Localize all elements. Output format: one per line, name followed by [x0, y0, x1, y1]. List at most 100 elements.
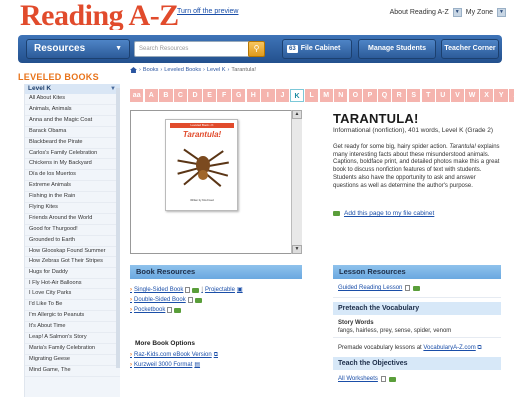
- kurzweil-link[interactable]: Kurzweil 3000 Format: [134, 360, 192, 370]
- external-link-icon: ⧉: [477, 345, 482, 351]
- folder-icon[interactable]: [413, 285, 421, 291]
- page-icon[interactable]: [167, 307, 173, 313]
- level-letter-d[interactable]: D: [188, 89, 202, 102]
- teacher-corner-button[interactable]: Teacher Corner: [441, 39, 499, 59]
- level-letter-k[interactable]: K: [290, 89, 304, 102]
- list-item[interactable]: I'd Like To Be: [25, 300, 120, 312]
- all-worksheets-link[interactable]: All Worksheets: [338, 376, 396, 382]
- list-item[interactable]: Grounded to Earth: [25, 236, 120, 247]
- level-letter-j[interactable]: J: [275, 89, 290, 102]
- double-sided-link[interactable]: Double-Sided Book: [134, 295, 186, 305]
- breadcrumb-leveled-books[interactable]: Leveled Books: [164, 67, 201, 73]
- list-item[interactable]: Carlos's Family Celebration: [25, 149, 120, 160]
- single-sided-link[interactable]: Single-Sided Book: [134, 285, 183, 295]
- level-letter-c[interactable]: C: [173, 89, 188, 102]
- list-item[interactable]: It's About Time: [25, 322, 120, 334]
- page-icon[interactable]: [187, 297, 193, 303]
- guided-reading-lesson-link[interactable]: Guided Reading Lesson: [338, 285, 421, 291]
- list-item[interactable]: Anna and the Magic Coat: [25, 116, 120, 127]
- list-item[interactable]: Migrating Geese: [25, 355, 120, 366]
- level-letter-y[interactable]: Y: [494, 89, 508, 102]
- level-letter-t[interactable]: T: [421, 89, 435, 102]
- my-zone-link[interactable]: My Zone: [466, 9, 493, 16]
- list-item[interactable]: Día de los Muertos: [25, 170, 120, 182]
- list-item[interactable]: Extreme Animals: [25, 181, 120, 193]
- scroll-up-icon[interactable]: ▲: [292, 110, 302, 119]
- projector-icon[interactable]: ▣: [237, 285, 243, 295]
- list-item[interactable]: All About Kites: [25, 94, 120, 105]
- projectable-link[interactable]: Projectable: [205, 285, 235, 295]
- pocketbook-link[interactable]: Pocketbook: [134, 305, 165, 315]
- level-letter-b[interactable]: B: [159, 89, 173, 102]
- breadcrumb-level-k[interactable]: Level K: [207, 67, 226, 73]
- folder-icon[interactable]: [194, 297, 202, 303]
- file-cabinet-button[interactable]: 63 File Cabinet: [282, 39, 352, 59]
- list-item[interactable]: Good for Thurgood!: [25, 225, 120, 236]
- level-letter-aa[interactable]: aa: [130, 89, 144, 102]
- page-icon[interactable]: [405, 285, 411, 291]
- add-to-file-cabinet-link[interactable]: Add this page to my file cabinet: [333, 210, 434, 217]
- page-icon[interactable]: [380, 376, 386, 382]
- list-item[interactable]: Friends Around the World: [25, 214, 120, 225]
- breadcrumb-books[interactable]: Books: [143, 67, 159, 73]
- list-item[interactable]: Hugs for Daddy: [25, 268, 120, 279]
- level-letter-e[interactable]: E: [202, 89, 217, 102]
- folder-icon[interactable]: [192, 287, 200, 293]
- list-item[interactable]: How Glooskap Found Summer: [25, 247, 120, 257]
- level-letter-a[interactable]: A: [144, 89, 158, 102]
- turn-off-preview-link[interactable]: Turn off the preview: [177, 8, 238, 15]
- list-item[interactable]: Maria's Family Celebration: [25, 344, 120, 355]
- manage-students-button[interactable]: Manage Students: [358, 39, 436, 59]
- level-letter-x[interactable]: X: [479, 89, 494, 102]
- list-item[interactable]: Flying Kites: [25, 203, 120, 214]
- level-letter-o[interactable]: O: [348, 89, 363, 102]
- list-item[interactable]: Animals, Animals: [25, 105, 120, 116]
- level-letter-u[interactable]: U: [436, 89, 450, 102]
- resources-menu-button[interactable]: Resources ▼: [26, 39, 130, 59]
- about-dropdown-icon[interactable]: ▼: [452, 8, 462, 17]
- level-letter-s[interactable]: S: [406, 89, 421, 102]
- level-selector[interactable]: Level K ▼: [25, 84, 120, 94]
- level-letter-z[interactable]: Z: [509, 89, 514, 102]
- reading-az-logo[interactable]: Reading A-Z: [20, 0, 179, 30]
- page-icon[interactable]: [185, 287, 191, 293]
- list-item[interactable]: I Fly Hot-Air Balloons: [25, 279, 120, 290]
- raz-kids-link[interactable]: Raz-Kids.com eBook Version: [134, 350, 212, 360]
- list-item[interactable]: I Love City Parks: [25, 289, 120, 301]
- level-letter-w[interactable]: W: [465, 89, 479, 102]
- level-letter-i[interactable]: I: [261, 89, 275, 102]
- book-subtitle: Informational (nonfiction), 401 words, L…: [333, 127, 494, 134]
- folder-icon[interactable]: [388, 376, 396, 382]
- home-icon[interactable]: [130, 67, 137, 73]
- list-item[interactable]: Barack Obama: [25, 127, 120, 138]
- scroll-down-icon[interactable]: ▼: [292, 245, 302, 254]
- sidebar-scrollbar[interactable]: [116, 88, 120, 368]
- list-item[interactable]: Blackbeard the Pirate: [25, 138, 120, 149]
- list-item[interactable]: I'm Allergic to Peanuts: [25, 311, 120, 323]
- level-letter-g[interactable]: G: [232, 89, 246, 102]
- level-letter-f[interactable]: F: [217, 89, 231, 102]
- preview-scrollbar[interactable]: ▲ ▼: [291, 110, 302, 254]
- folder-icon[interactable]: [174, 307, 182, 313]
- vocabulary-az-link[interactable]: VocabularyA-Z.com: [423, 345, 475, 351]
- level-letter-p[interactable]: P: [363, 89, 377, 102]
- about-link[interactable]: About Reading A-Z: [390, 9, 449, 16]
- level-letter-r[interactable]: R: [392, 89, 406, 102]
- my-zone-dropdown-icon[interactable]: ▼: [497, 8, 506, 17]
- search-input[interactable]: Search Resources: [134, 41, 258, 57]
- level-letter-l[interactable]: L: [304, 89, 319, 102]
- list-item[interactable]: How Zebras Got Their Stripes: [25, 257, 120, 268]
- level-letter-q[interactable]: Q: [377, 89, 392, 102]
- level-letter-m[interactable]: M: [319, 89, 333, 102]
- level-letter-n[interactable]: N: [334, 89, 348, 102]
- list-item[interactable]: Mind Game, The: [25, 366, 120, 377]
- pocketbook-row: › Pocketbook: [130, 305, 302, 315]
- book-cover-image: Leveled Book • K Tarantula! Written by K…: [165, 119, 238, 211]
- list-item[interactable]: Leap! A Salmon's Story: [25, 333, 120, 344]
- level-label: Level K: [28, 85, 52, 92]
- search-icon[interactable]: ⚲: [248, 41, 265, 57]
- level-letter-v[interactable]: V: [450, 89, 465, 102]
- list-item[interactable]: Chickens in My Backyard: [25, 159, 120, 171]
- list-item[interactable]: Fishing in the Rain: [25, 192, 120, 204]
- level-letter-h[interactable]: H: [246, 89, 261, 102]
